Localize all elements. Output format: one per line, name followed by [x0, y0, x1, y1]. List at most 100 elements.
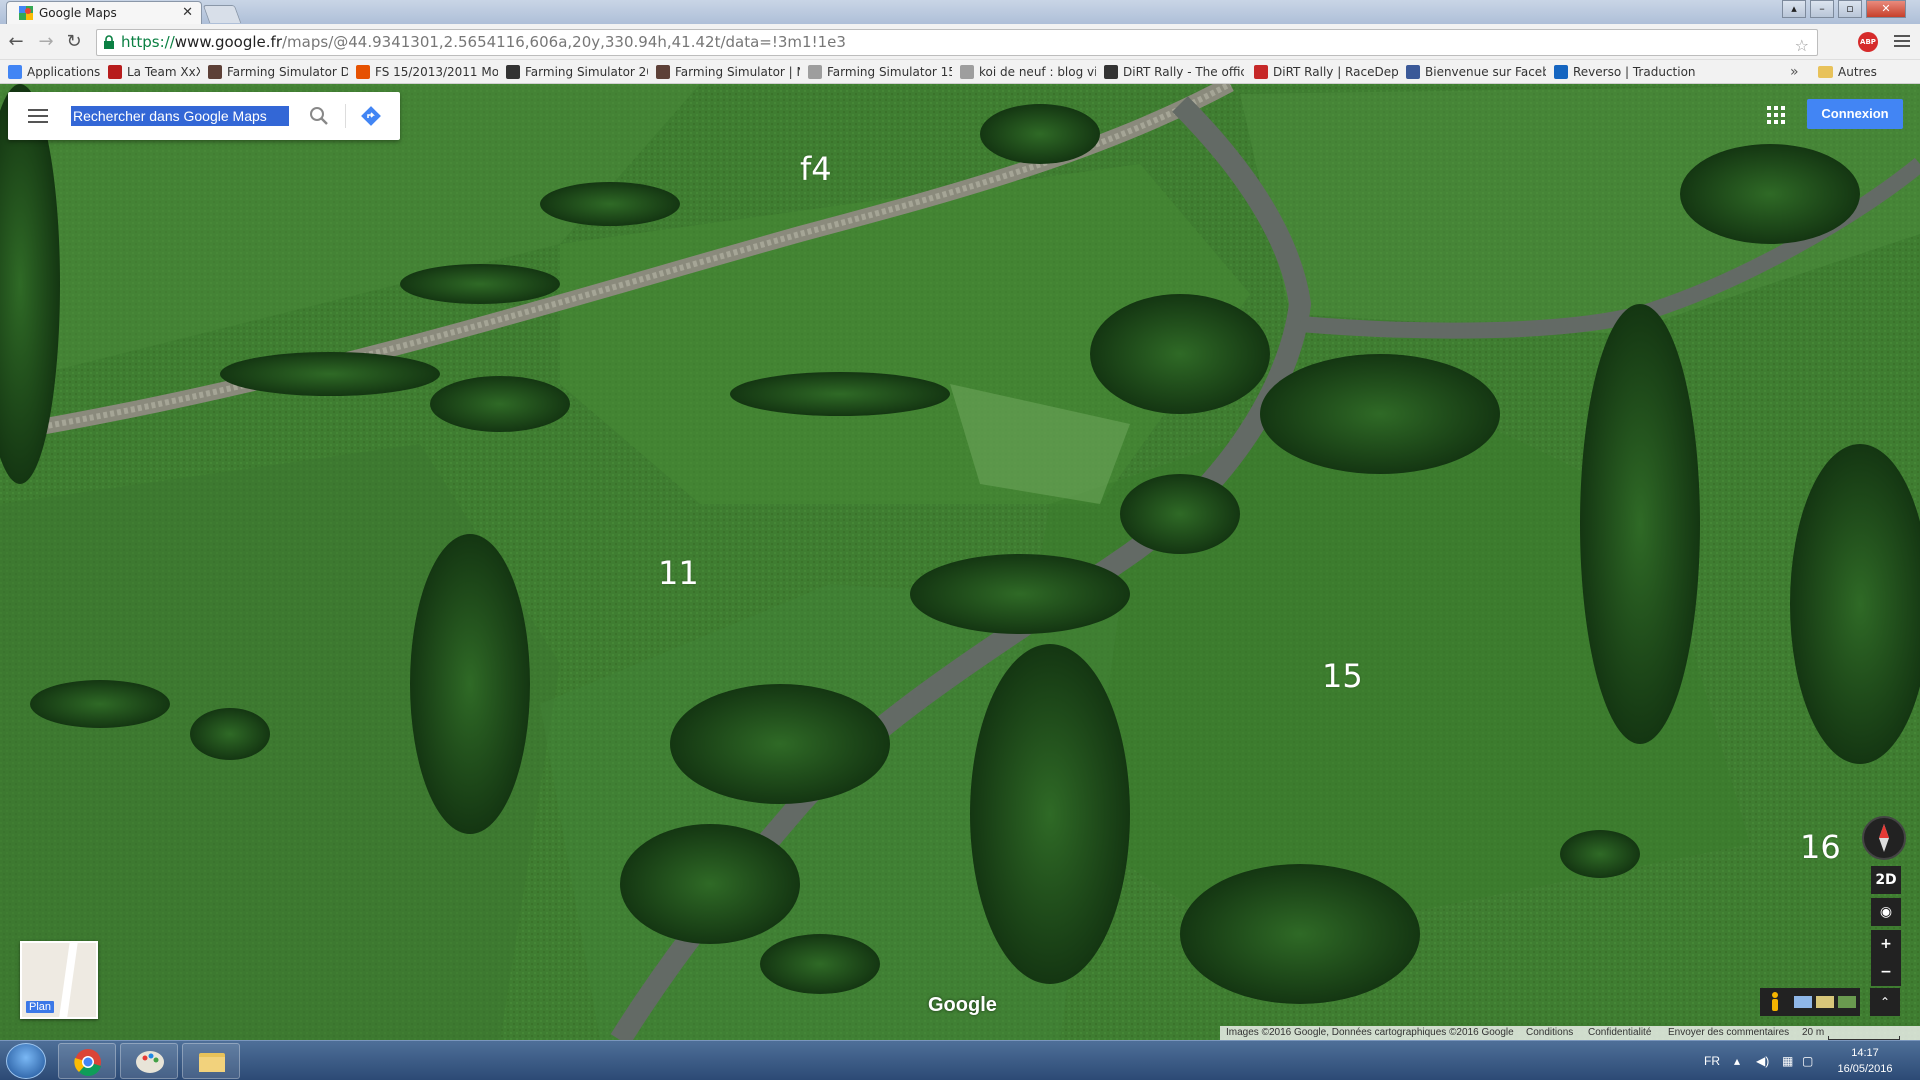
bookmark-label: Farming Simulator | N: [675, 65, 800, 79]
bookmark-item[interactable]: DiRT Rally - The offici: [1104, 60, 1244, 84]
terms-link[interactable]: Conditions: [1526, 1026, 1573, 1040]
volume-icon[interactable]: ◀): [1756, 1041, 1769, 1080]
bookmark-label: Applications: [27, 65, 100, 79]
url-host: www.google.fr: [174, 33, 282, 51]
more-bookmarks-button[interactable]: »: [1790, 60, 1799, 84]
bookmark-favicon-icon: [656, 65, 670, 79]
bookmark-favicon-icon: [1406, 65, 1420, 79]
clock-time: 14:17: [1851, 1047, 1879, 1059]
field-label-f4: f4: [800, 150, 832, 188]
language-indicator[interactable]: FR: [1704, 1041, 1720, 1080]
expand-icon[interactable]: ⌃: [1870, 988, 1900, 1016]
search-input[interactable]: [71, 106, 289, 126]
imagery-credits: Images ©2016 Google, Données cartographi…: [1226, 1027, 1514, 1038]
taskbar-clock[interactable]: 14:17 16/05/2016: [1820, 1045, 1910, 1077]
url-protocol: https://: [121, 33, 175, 51]
menu-icon[interactable]: [28, 109, 48, 123]
bookmark-item[interactable]: La Team XxX: [108, 60, 200, 84]
map-type-toggle[interactable]: Plan: [20, 941, 98, 1019]
minimap-label: Plan: [26, 1001, 55, 1013]
chrome-taskbar-icon[interactable]: [58, 1043, 116, 1079]
bookmark-item[interactable]: Farming Simulator 15: [808, 60, 952, 84]
zoom-out-button[interactable]: −: [1871, 958, 1901, 986]
satellite-imagery: [0, 84, 1920, 1040]
browser-tab[interactable]: Google Maps ✕: [6, 1, 202, 24]
bookmark-favicon-icon: [356, 65, 370, 79]
new-tab-button[interactable]: [202, 5, 242, 23]
bookmark-item[interactable]: FS 15/2013/2011 Moc: [356, 60, 498, 84]
screen: Google Maps ✕ ▴ – ▫ ✕ ← → ↻ https://www.…: [0, 0, 1920, 1080]
tilt-2d-button[interactable]: 2D: [1871, 866, 1901, 894]
bookmark-label: FS 15/2013/2011 Moc: [375, 65, 498, 79]
feedback-link[interactable]: Envoyer des commentaires: [1668, 1026, 1789, 1040]
apps-grid-icon[interactable]: [1767, 106, 1785, 124]
bookmark-favicon-icon: [506, 65, 520, 79]
tray-expand-icon[interactable]: ▴: [1734, 1041, 1740, 1080]
search-icon[interactable]: [308, 105, 330, 127]
satellite-map[interactable]: f4 11 15 16: [0, 84, 1920, 1040]
bookmark-item[interactable]: Farming Simulator 20: [506, 60, 648, 84]
bookmark-label: Reverso | Traduction: [1573, 65, 1696, 79]
user-icon[interactable]: ▴: [1782, 0, 1806, 18]
maximize-button[interactable]: ▫: [1838, 0, 1862, 18]
star-icon[interactable]: ☆: [1795, 33, 1809, 58]
close-window-button[interactable]: ✕: [1866, 0, 1906, 18]
directions-icon[interactable]: [360, 105, 382, 127]
paint-taskbar-icon[interactable]: [120, 1043, 178, 1079]
action-center-icon[interactable]: ▢: [1802, 1041, 1813, 1080]
reload-icon[interactable]: ↻: [64, 32, 84, 52]
bookmark-favicon-icon: [1554, 65, 1568, 79]
imagery-layers-strip[interactable]: [1790, 988, 1860, 1016]
zoom-in-button[interactable]: +: [1871, 930, 1901, 958]
maps-searchbox: [8, 92, 400, 140]
browser-titlebar: Google Maps ✕ ▴ – ▫ ✕: [0, 0, 1920, 24]
my-location-icon[interactable]: ◉: [1871, 898, 1901, 926]
pegman-icon[interactable]: [1760, 988, 1790, 1016]
google-logo: Google: [928, 994, 997, 1016]
browser-toolbar: ← → ↻ https://www.google.fr/maps/@44.934…: [0, 24, 1920, 60]
bookmarks-bar: Applications La Team XxX Farming Simulator…: [0, 60, 1920, 103]
clock-date: 16/05/2016: [1837, 1063, 1893, 1075]
bookmark-item[interactable]: Reverso | Traduction: [1554, 60, 1698, 84]
compass-needle-icon: [1879, 824, 1889, 852]
field-label-15: 15: [1322, 657, 1363, 695]
start-button[interactable]: [6, 1043, 46, 1079]
explorer-taskbar-icon[interactable]: [182, 1043, 240, 1079]
bookmark-item[interactable]: Bienvenue sur Facebo: [1406, 60, 1546, 84]
privacy-link[interactable]: Confidentialité: [1588, 1026, 1651, 1040]
field-label-11: 11: [658, 554, 699, 592]
bookmark-favicon-icon: [8, 65, 22, 79]
bookmark-favicon-icon: [1254, 65, 1268, 79]
searchbox-divider: [345, 104, 346, 128]
minimize-button[interactable]: –: [1810, 0, 1834, 18]
bookmark-item[interactable]: Applications: [8, 60, 100, 84]
field-label-16: 16: [1800, 828, 1841, 866]
compass-icon[interactable]: [1862, 816, 1906, 860]
lock-icon: [104, 35, 114, 49]
scale-label: 20 m: [1802, 1027, 1825, 1038]
bookmark-item[interactable]: koi de neuf : blog vid: [960, 60, 1096, 84]
close-tab-icon[interactable]: ✕: [182, 2, 193, 24]
forward-arrow-icon[interactable]: →: [36, 32, 56, 52]
address-bar[interactable]: https://www.google.fr/maps/@44.9341301,2…: [96, 29, 1818, 56]
bookmark-item[interactable]: DiRT Rally | RaceDepa: [1254, 60, 1398, 84]
bookmark-label: Farming Simulator 15: [827, 65, 952, 79]
bookmark-favicon-icon: [108, 65, 122, 79]
folder-icon: [1818, 66, 1833, 78]
google-maps-favicon-icon: [19, 6, 33, 20]
url-path: /maps/@44.9341301,2.5654116,606a,20y,330…: [282, 33, 846, 51]
back-arrow-icon[interactable]: ←: [6, 32, 26, 52]
bookmark-favicon-icon: [208, 65, 222, 79]
bookmark-label: DiRT Rally - The offici: [1123, 65, 1244, 79]
network-icon[interactable]: ▦: [1782, 1041, 1793, 1080]
chrome-menu-icon[interactable]: [1894, 32, 1910, 52]
bookmark-label: Farming Simulator 20: [525, 65, 648, 79]
sign-in-button[interactable]: Connexion: [1807, 99, 1903, 129]
bookmark-item[interactable]: Farming Simulator De: [208, 60, 348, 84]
bookmark-item[interactable]: Farming Simulator | N: [656, 60, 800, 84]
bookmark-label: koi de neuf : blog vid: [979, 65, 1096, 79]
adblock-icon[interactable]: ABP: [1858, 32, 1878, 52]
tab-title: Google Maps: [39, 6, 117, 20]
bookmark-favicon-icon: [960, 65, 974, 79]
minimap-road: [57, 943, 79, 1017]
